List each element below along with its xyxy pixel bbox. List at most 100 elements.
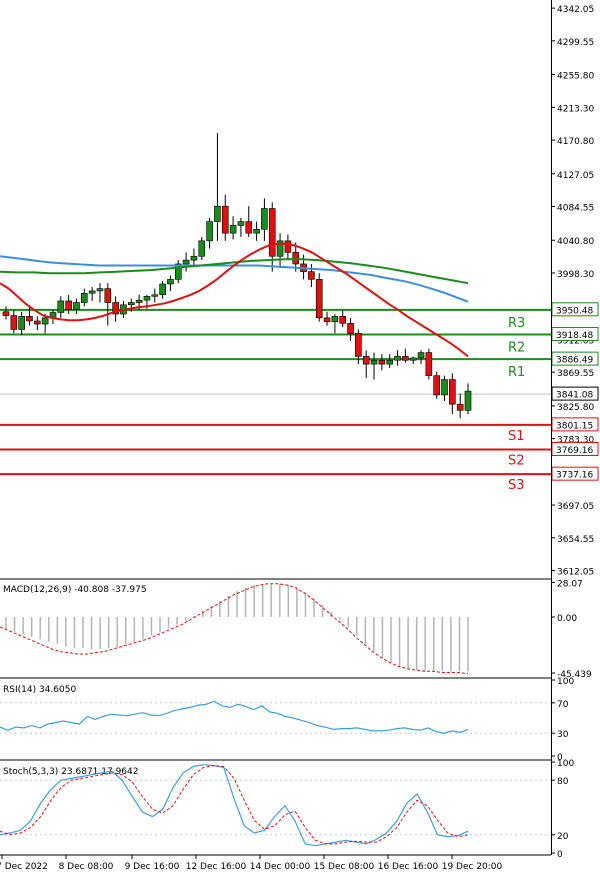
price-tick-label: 4127.05 xyxy=(557,171,594,181)
level-price-label: 3918.48 xyxy=(556,331,593,341)
candle-body xyxy=(229,225,237,234)
candle-body xyxy=(18,316,25,330)
candle-body xyxy=(268,208,276,257)
price-tick-label: 4084.55 xyxy=(557,204,594,214)
candle-body xyxy=(159,283,166,296)
macd-title: MACD(12,26,9) -40.808 -37.975 xyxy=(3,585,147,595)
price-tick-label: 3654.55 xyxy=(557,535,594,545)
rsi-tick-label: 100 xyxy=(557,677,574,687)
level-price-label: 3801.15 xyxy=(556,421,593,431)
candle-body xyxy=(237,221,245,226)
stochastic-panel[interactable]: Stoch(5,3,3) 23.6871 17.9642 100 80 20 0 xyxy=(0,759,574,860)
main-price-panel[interactable]: 4342.05 4299.55 4255.80 4213.30 4170.80 4127.… xyxy=(0,2,599,578)
time-tick-label: 14 Dec 00:00 xyxy=(250,862,311,872)
stoch-tick-label: 80 xyxy=(557,777,569,787)
candle-body xyxy=(253,228,260,234)
level-price-label: 3886.49 xyxy=(556,356,593,366)
candle-body xyxy=(441,379,448,396)
stoch-tick-label: 20 xyxy=(557,832,569,842)
main-panel-bg xyxy=(0,2,551,576)
time-tick-label: 19 Dec 20:00 xyxy=(442,862,503,872)
candle-body xyxy=(221,205,229,234)
candle-body xyxy=(96,288,104,292)
candle-body xyxy=(417,352,425,359)
macd-panel[interactable]: MACD(12,26,9) -40.808 -37.97528.070.00-4… xyxy=(0,578,592,680)
candle-body xyxy=(135,299,143,303)
candle-body xyxy=(26,316,33,322)
price-tick-label: 3998.30 xyxy=(557,270,594,280)
level-price-label: 3737.16 xyxy=(556,471,593,481)
candle-body xyxy=(261,208,268,230)
level-name-s3: S3 xyxy=(508,478,525,493)
macd-signal-line xyxy=(0,583,469,675)
candle-body xyxy=(190,255,198,261)
time-tick-label: 16 Dec 16:00 xyxy=(378,862,439,872)
candle-body xyxy=(10,315,18,330)
price-tick-label: 4255.80 xyxy=(557,72,594,82)
candle xyxy=(425,348,433,380)
candle-body xyxy=(206,221,213,242)
rsi-tick-label: 30 xyxy=(557,730,569,740)
level-name-s1: S1 xyxy=(508,429,525,444)
time-tick-label: 8 Dec 08:00 xyxy=(59,862,114,872)
candle xyxy=(433,371,440,399)
candle-body xyxy=(386,359,393,365)
level-price-label: 3950.48 xyxy=(556,306,593,316)
candle-body xyxy=(378,359,386,365)
candle-body xyxy=(57,300,65,313)
candle-body xyxy=(425,352,433,376)
level-name-s2: S2 xyxy=(508,454,525,469)
candle-body xyxy=(34,320,41,325)
candle-body xyxy=(464,390,472,411)
candle-body xyxy=(104,288,112,303)
time-tick-label: 15 Dec 08:00 xyxy=(314,862,375,872)
price-tick-label: 4213.30 xyxy=(557,104,594,114)
price-tick-label: 3869.55 xyxy=(557,369,594,379)
stoch-d-line xyxy=(0,765,469,845)
price-tick-label: 3825.80 xyxy=(557,403,594,413)
level-name-r1: R1 xyxy=(508,365,525,380)
chart-canvas[interactable]: 4342.05 4299.55 4255.80 4213.30 4170.80 4127.… xyxy=(0,0,600,875)
candle-body xyxy=(433,375,440,396)
stoch-tick-label: 100 xyxy=(557,759,574,769)
candle-body xyxy=(449,379,456,405)
candle-body xyxy=(339,316,347,324)
price-tick-label: 4342.05 xyxy=(557,5,594,15)
candle-body xyxy=(88,290,96,294)
macd-tick-label: 0.00 xyxy=(557,614,577,624)
candle-body xyxy=(315,279,323,319)
candle xyxy=(315,273,323,322)
candle-body xyxy=(127,302,135,306)
candle-body xyxy=(81,292,88,303)
candle-body xyxy=(73,302,80,310)
macd-tick-label: 28.07 xyxy=(557,579,583,589)
level-name-r3: R3 xyxy=(508,316,525,331)
candle-body xyxy=(284,240,292,253)
candle-body xyxy=(143,296,151,301)
time-tick-label: 9 Dec 16:00 xyxy=(125,862,180,872)
candle-body xyxy=(456,403,464,411)
price-tick-label: 3697.05 xyxy=(557,502,594,512)
candle-body xyxy=(370,359,378,365)
candle-body xyxy=(2,311,10,316)
time-tick-label: 12 Dec 16:00 xyxy=(186,862,247,872)
price-tick-label: 4170.80 xyxy=(557,137,594,147)
price-tick-label: 3612.05 xyxy=(557,568,594,578)
candle-body xyxy=(41,317,49,325)
level-price-label: 3769.16 xyxy=(556,446,593,456)
rsi-line xyxy=(0,700,469,734)
level-name-r2: R2 xyxy=(508,340,525,355)
rsi-tick-label: 70 xyxy=(557,700,569,710)
candle-body xyxy=(331,316,339,323)
candle-body xyxy=(245,221,253,234)
price-tick-label: 4040.80 xyxy=(557,237,594,247)
candle-body xyxy=(402,356,409,361)
candle-body xyxy=(167,279,174,285)
candle-body xyxy=(151,294,159,297)
candle-body xyxy=(198,240,206,257)
rsi-panel[interactable]: RSI(14) 34.605010070300 xyxy=(0,677,574,763)
candle-body xyxy=(65,300,72,310)
candle-body xyxy=(308,271,315,280)
candle-body xyxy=(394,356,401,361)
trading-chart[interactable]: 4342.05 4299.55 4255.80 4213.30 4170.80 4127.… xyxy=(0,0,600,875)
